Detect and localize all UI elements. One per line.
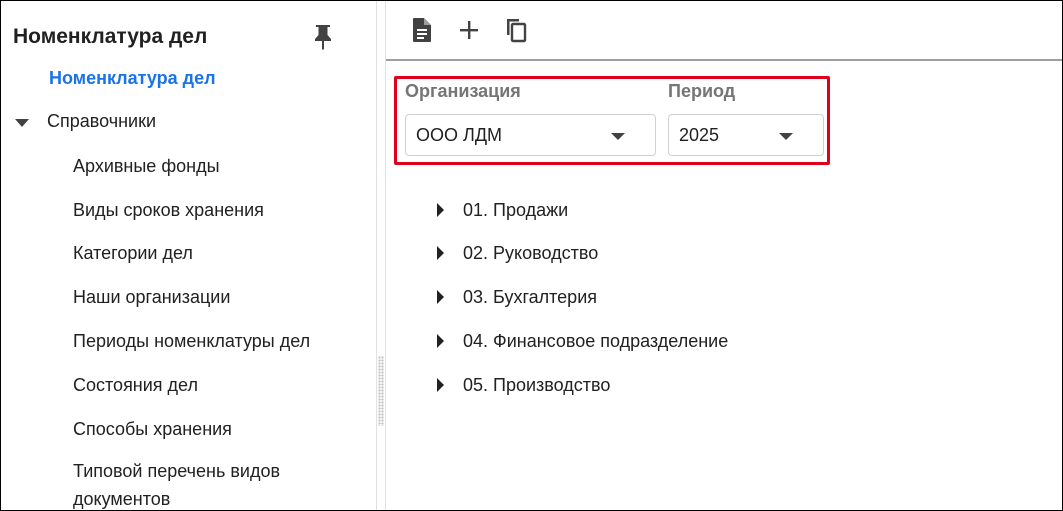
splitter-handle[interactable] <box>377 1 385 510</box>
sidebar-item-storage-methods[interactable]: Способы хранения <box>73 415 353 443</box>
sidebar-item-nomenclature[interactable]: Номенклатура дел <box>49 68 216 89</box>
sidebar-item-case-categories[interactable]: Категории дел <box>73 239 353 267</box>
tree-item-accounting[interactable]: 03. Бухгалтерия <box>437 285 597 309</box>
period-select-value: 2025 <box>679 125 720 145</box>
organization-label: Организация <box>405 81 521 101</box>
organization-select[interactable]: ООО ЛДМ <box>405 114 656 156</box>
tree-item-label: 02. Руководство <box>463 242 599 263</box>
sidebar-group-label: Справочники <box>47 111 157 131</box>
plus-icon[interactable] <box>455 15 483 45</box>
app-window: Номенклатура дел Номенклатура дел Справо… <box>0 0 1063 511</box>
chevron-right-icon[interactable] <box>437 246 444 260</box>
tree-item-label: 03. Бухгалтерия <box>463 286 597 307</box>
chevron-right-icon[interactable] <box>437 290 444 304</box>
sidebar-item-case-states[interactable]: Состояния дел <box>73 371 353 399</box>
toolbar <box>386 1 1062 61</box>
sidebar-item-retention-types[interactable]: Виды сроков хранения <box>73 196 353 224</box>
sidebar: Номенклатура дел Номенклатура дел Справо… <box>1 1 376 510</box>
pin-icon[interactable] <box>312 23 334 51</box>
period-select[interactable]: 2025 <box>668 114 824 156</box>
tree-item-sales[interactable]: 01. Продажи <box>437 198 568 222</box>
period-label: Период <box>668 81 736 101</box>
tree-item-label: 04. Финансовое подразделение <box>463 330 729 351</box>
sidebar-item-standard-document-list[interactable]: Типовой перечень видов документов <box>73 457 353 510</box>
tree-item-label: 01. Продажи <box>463 199 569 220</box>
document-icon[interactable] <box>408 15 436 45</box>
sidebar-item-archive-funds[interactable]: Архивные фонды <box>73 152 353 180</box>
sidebar-item-our-organizations[interactable]: Наши организации <box>73 283 353 311</box>
tree-item-label: 05. Производство <box>463 374 611 395</box>
chevron-down-icon <box>779 133 793 140</box>
chevron-down-icon <box>611 133 625 140</box>
chevron-right-icon[interactable] <box>437 378 444 392</box>
organization-select-value: ООО ЛДМ <box>416 125 503 145</box>
chevron-right-icon[interactable] <box>437 334 444 348</box>
chevron-down-icon <box>15 118 29 127</box>
sidebar-item-nomenclature-periods[interactable]: Периоды номенклатуры дел <box>73 327 353 355</box>
sidebar-title: Номенклатура дел <box>13 25 208 48</box>
chevron-right-icon[interactable] <box>437 203 444 217</box>
tree-item-production[interactable]: 05. Производство <box>437 373 610 397</box>
tree-item-finance-department[interactable]: 04. Финансовое подразделение <box>437 329 728 353</box>
sidebar-group-references[interactable]: Справочники <box>15 111 156 132</box>
copy-icon[interactable] <box>502 15 530 45</box>
grip-icon[interactable] <box>378 356 384 426</box>
tree-item-management[interactable]: 02. Руководство <box>437 241 598 265</box>
